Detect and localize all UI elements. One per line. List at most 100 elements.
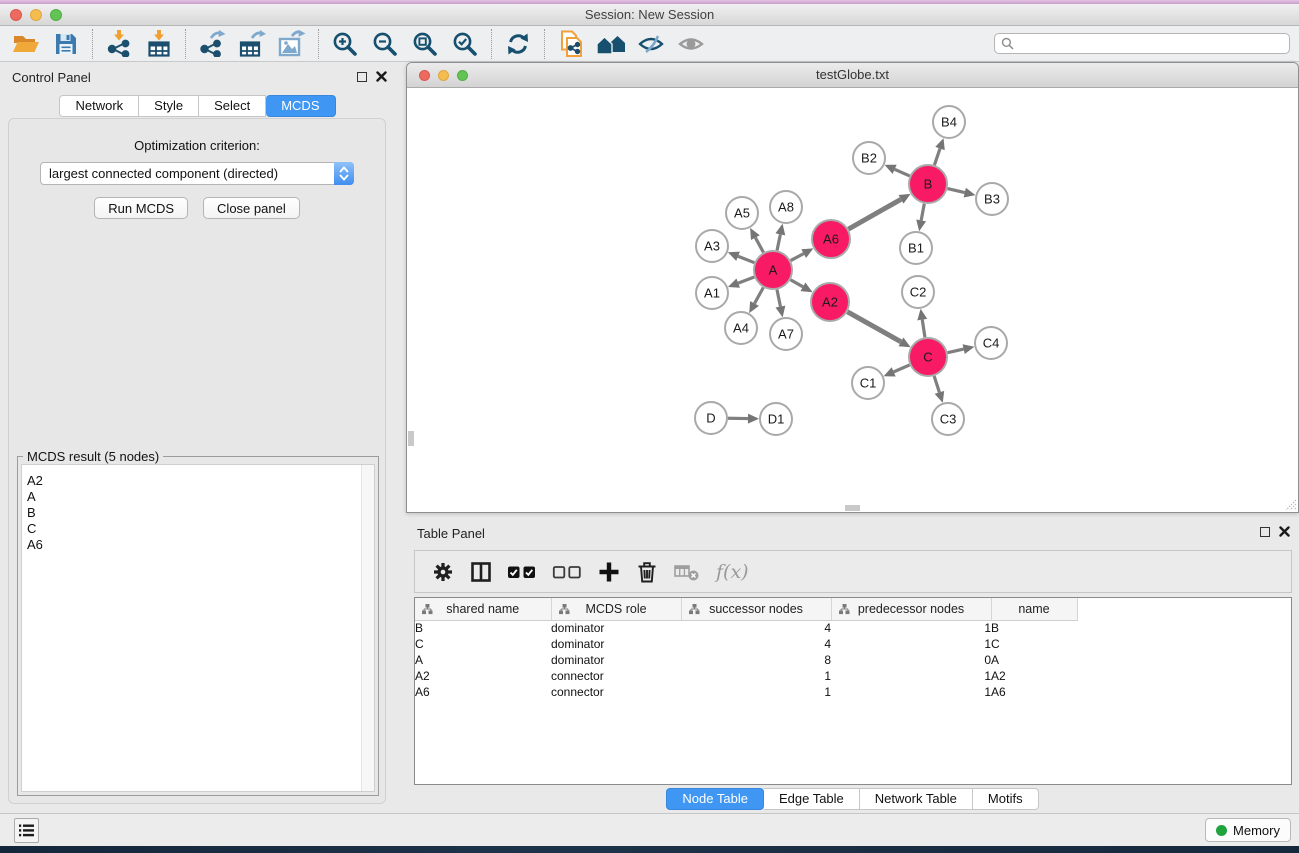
table-settings-button[interactable] — [428, 557, 457, 587]
destroy-table-button[interactable] — [670, 557, 704, 587]
export-network-button[interactable] — [192, 28, 232, 60]
tab-node-table[interactable]: Node Table — [666, 788, 764, 810]
criterion-select[interactable]: largest connected component (directed) — [40, 162, 354, 185]
export-table-button[interactable] — [232, 28, 272, 60]
search-input[interactable] — [1014, 37, 1289, 51]
table-cell[interactable]: dominator — [551, 620, 681, 636]
graph-edge-B-B4[interactable] — [934, 149, 940, 166]
zoom-window-button[interactable] — [50, 9, 62, 21]
table-row[interactable]: A2connector11A2 — [415, 668, 1291, 684]
style-preview-button[interactable] — [631, 28, 671, 60]
table-cell[interactable]: A2 — [415, 668, 551, 684]
tab-network-table[interactable]: Network Table — [860, 788, 973, 810]
tab-select[interactable]: Select — [199, 95, 266, 117]
float-table-panel-icon[interactable] — [1260, 527, 1270, 537]
close-panel-icon[interactable] — [376, 71, 387, 82]
refresh-view-button[interactable] — [498, 28, 538, 60]
graph-edge-A-A2[interactable] — [790, 280, 803, 287]
task-history-button[interactable] — [14, 818, 39, 843]
resize-grip-icon[interactable] — [1284, 498, 1297, 511]
zoom-in-button[interactable] — [325, 28, 365, 60]
network-zoom-button[interactable] — [457, 70, 468, 81]
tab-network[interactable]: Network — [59, 95, 139, 117]
table-cell[interactable]: connector — [551, 684, 681, 700]
network-close-button[interactable] — [419, 70, 430, 81]
toggle-columns-button[interactable] — [466, 557, 495, 587]
graph-edge-C-C3[interactable] — [934, 376, 939, 392]
table-cell[interactable]: 0 — [831, 652, 991, 668]
result-item[interactable]: A6 — [27, 537, 374, 553]
table-cell[interactable]: 8 — [681, 652, 831, 668]
memory-button[interactable]: Memory — [1205, 818, 1291, 842]
result-item[interactable]: C — [27, 521, 374, 537]
export-image-button[interactable] — [272, 28, 312, 60]
column-header-predecessor-nodes[interactable]: predecessor nodes — [831, 598, 991, 620]
new-network-from-selection-button[interactable] — [551, 28, 591, 60]
column-header-MCDS-role[interactable]: MCDS role — [551, 598, 681, 620]
graph-edge-A-A5[interactable] — [755, 238, 763, 253]
table-cell[interactable]: 1 — [831, 620, 991, 636]
deselect-all-button[interactable] — [549, 557, 585, 587]
search-field[interactable] — [994, 33, 1290, 54]
graph-edge-C-C1[interactable] — [894, 365, 910, 372]
delete-button[interactable] — [632, 557, 661, 587]
run-mcds-button[interactable]: Run MCDS — [94, 197, 188, 219]
column-header-successor-nodes[interactable]: successor nodes — [681, 598, 831, 620]
result-item[interactable]: A2 — [27, 473, 374, 489]
table-cell[interactable]: 1 — [831, 636, 991, 652]
table-row[interactable]: A6connector11A6 — [415, 684, 1291, 700]
table-cell[interactable]: A2 — [991, 668, 1077, 684]
tab-motifs[interactable]: Motifs — [973, 788, 1039, 810]
function-builder-button[interactable]: f(x) — [713, 561, 749, 583]
add-button[interactable] — [594, 557, 623, 587]
table-row[interactable]: Cdominator41C — [415, 636, 1291, 652]
graph-edge-A-A1[interactable] — [738, 277, 754, 283]
graph-edge-A-A8[interactable] — [777, 234, 780, 250]
table-cell[interactable]: 1 — [831, 684, 991, 700]
table-cell[interactable]: dominator — [551, 636, 681, 652]
result-item[interactable]: A — [27, 489, 374, 505]
tab-edge-table[interactable]: Edge Table — [764, 788, 860, 810]
graph-edge-C-C4[interactable] — [948, 349, 964, 353]
table-cell[interactable]: dominator — [551, 652, 681, 668]
table-cell[interactable]: B — [991, 620, 1077, 636]
network-canvas[interactable]: AA1A2A3A4A5A6A7A8BB1B2B3B4CC1C2C3C4DD1 — [407, 89, 1298, 512]
table-cell[interactable]: 1 — [681, 684, 831, 700]
graph-edge-A2-C[interactable] — [847, 312, 901, 342]
open-session-button[interactable] — [6, 28, 46, 60]
minimize-window-button[interactable] — [30, 9, 42, 21]
network-minimize-button[interactable] — [438, 70, 449, 81]
graph-edge-C-C2[interactable] — [922, 320, 925, 338]
zoom-out-button[interactable] — [365, 28, 405, 60]
canvas-vscroll-thumb[interactable] — [408, 431, 414, 446]
table-cell[interactable]: A — [991, 652, 1077, 668]
table-cell[interactable]: A — [415, 652, 551, 668]
select-all-button[interactable] — [504, 557, 540, 587]
save-session-button[interactable] — [46, 28, 86, 60]
network-window-titlebar[interactable]: testGlobe.txt — [407, 63, 1298, 88]
result-item[interactable]: B — [27, 505, 374, 521]
table-cell[interactable]: 1 — [831, 668, 991, 684]
table-row[interactable]: Adominator80A — [415, 652, 1291, 668]
canvas-hscroll-thumb[interactable] — [845, 505, 860, 511]
zoom-selected-button[interactable] — [445, 28, 485, 60]
table-cell[interactable]: 1 — [681, 668, 831, 684]
table-row[interactable]: Bdominator41B — [415, 620, 1291, 636]
import-table-button[interactable] — [139, 28, 179, 60]
tab-style[interactable]: Style — [139, 95, 199, 117]
float-panel-icon[interactable] — [357, 72, 367, 82]
close-panel-button[interactable]: Close panel — [203, 197, 300, 219]
graph-edge-B-B1[interactable] — [921, 204, 924, 221]
table-cell[interactable]: 4 — [681, 636, 831, 652]
column-header-name[interactable]: name — [991, 598, 1077, 620]
import-network-button[interactable] — [99, 28, 139, 60]
table-cell[interactable]: C — [991, 636, 1077, 652]
graph-edge-A-A4[interactable] — [755, 288, 764, 304]
close-table-panel-icon[interactable] — [1279, 526, 1290, 537]
graph-edge-A-A6[interactable] — [791, 254, 804, 261]
column-header-shared-name[interactable]: shared name — [415, 598, 551, 620]
table-cell[interactable]: connector — [551, 668, 681, 684]
result-scrollbar[interactable] — [361, 465, 374, 791]
table-cell[interactable]: A6 — [415, 684, 551, 700]
graph-edge-A6-B[interactable] — [848, 199, 901, 229]
